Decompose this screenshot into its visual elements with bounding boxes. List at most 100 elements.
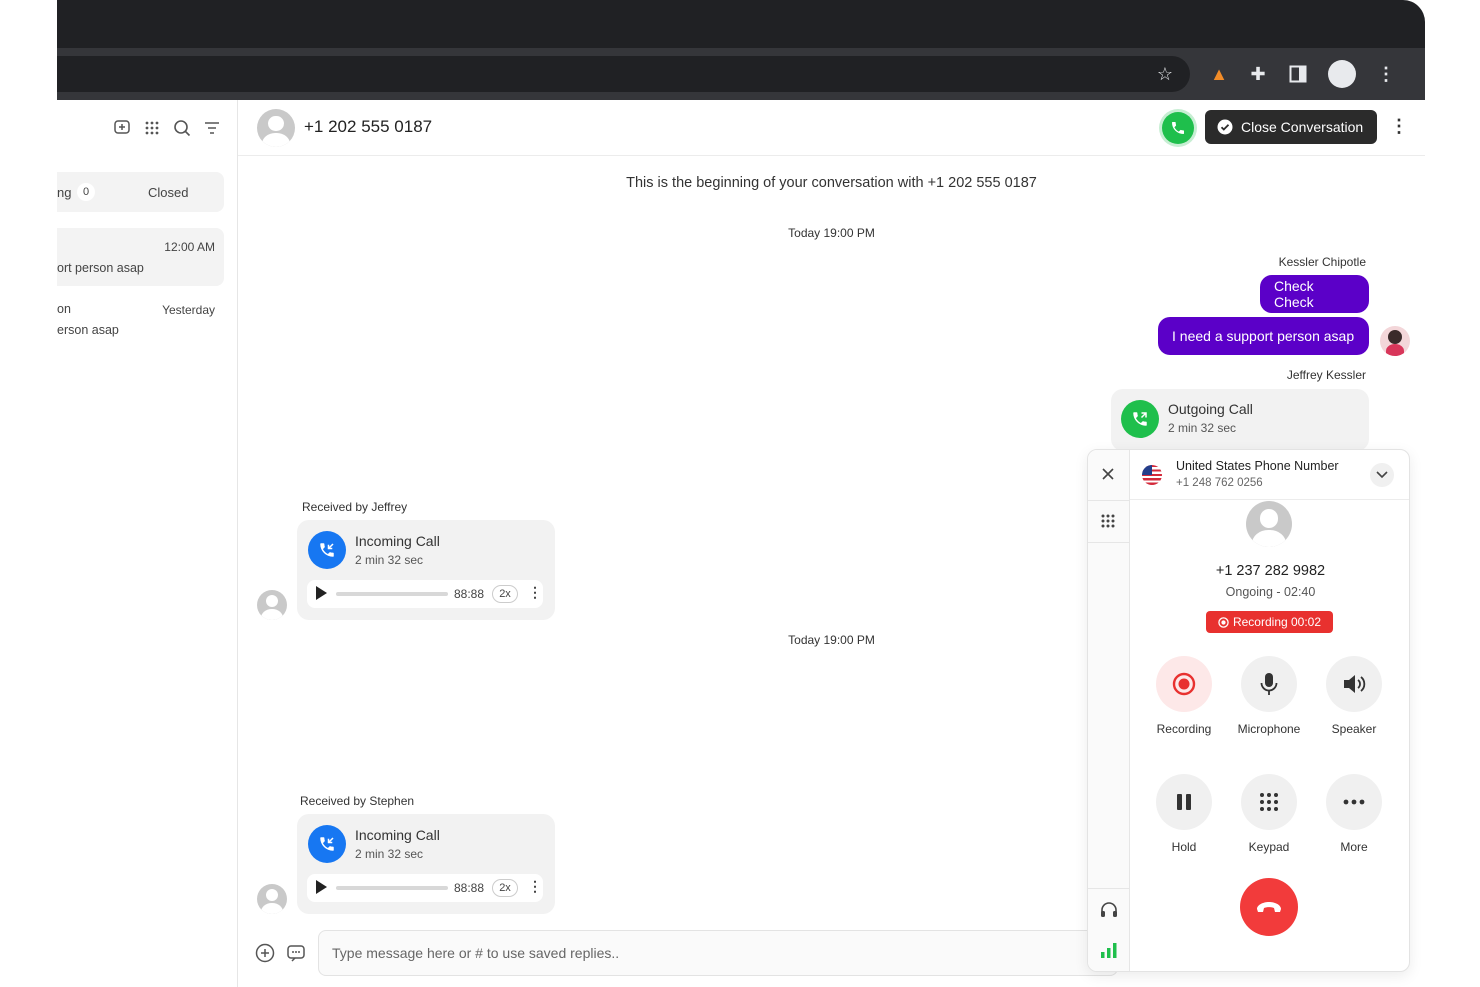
filter-tab-closed[interactable]: Closed bbox=[148, 185, 188, 200]
dialpad-icon[interactable] bbox=[1100, 513, 1116, 534]
more-label: More bbox=[1340, 840, 1368, 854]
message-input-placeholder[interactable]: Type message here or # to use saved repl… bbox=[332, 945, 619, 961]
playback-speed-button[interactable]: 2x bbox=[492, 585, 518, 603]
record-dot-icon bbox=[1218, 616, 1229, 628]
caller-avatar bbox=[1246, 501, 1292, 547]
call-title: Incoming Call bbox=[355, 827, 440, 843]
player-options-icon[interactable]: ⋮ bbox=[528, 878, 542, 895]
incoming-call-card: Incoming Call 2 min 32 sec 88:88 2x ⋮ bbox=[297, 814, 555, 914]
conversation-header: +1 202 555 0187 Close Conversation ⋮ bbox=[238, 100, 1425, 156]
dialer-side-rail bbox=[1088, 450, 1130, 971]
keypad-button[interactable] bbox=[1241, 774, 1297, 830]
message-composer[interactable]: Type message here or # to use saved repl… bbox=[318, 930, 1118, 976]
add-attachment-icon[interactable] bbox=[255, 943, 275, 968]
profile-avatar[interactable] bbox=[1328, 60, 1356, 88]
message-text: I need a support person asap bbox=[1172, 328, 1355, 344]
microphone-label: Microphone bbox=[1237, 722, 1301, 736]
conversation-start-note: This is the beginning of your conversati… bbox=[626, 175, 1037, 191]
speaker-button[interactable] bbox=[1326, 656, 1382, 712]
sender-name: Kessler Chipotle bbox=[1278, 255, 1366, 269]
caller-number: +1 237 282 9982 bbox=[1215, 563, 1326, 579]
address-bar[interactable]: ☆ bbox=[57, 56, 1190, 92]
line-name: United States Phone Number bbox=[1176, 459, 1339, 473]
player-options-icon[interactable]: ⋮ bbox=[528, 584, 542, 601]
status-filter[interactable]: ng 0 Closed bbox=[57, 172, 224, 212]
sidepanel-icon[interactable] bbox=[1286, 62, 1310, 86]
audio-time: 88:88 bbox=[454, 587, 485, 601]
recording-badge: Recording 00:02 bbox=[1206, 611, 1333, 633]
recording-label: Recording bbox=[1156, 722, 1212, 736]
hold-label: Hold bbox=[1171, 840, 1197, 854]
outgoing-call-icon bbox=[1121, 400, 1159, 438]
message-bubble: I need a support person asap bbox=[1158, 317, 1369, 355]
call-duration: 2 min 32 sec bbox=[355, 847, 424, 861]
browser-tabstrip bbox=[57, 0, 1425, 48]
contact-avatar bbox=[257, 590, 287, 620]
conversation-time: Yesterday bbox=[162, 303, 215, 317]
hang-up-icon bbox=[1257, 902, 1281, 912]
close-icon[interactable] bbox=[1099, 465, 1117, 488]
saved-replies-icon[interactable] bbox=[286, 943, 306, 968]
more-options-icon[interactable]: ⋮ bbox=[1390, 116, 1408, 137]
outgoing-call-card: Outgoing Call 2 min 32 sec bbox=[1111, 389, 1369, 451]
play-icon[interactable] bbox=[316, 586, 327, 600]
keypad-icon bbox=[1260, 793, 1278, 811]
contact-avatar bbox=[257, 109, 295, 147]
sidebar-toolbar bbox=[112, 118, 222, 138]
hold-button[interactable] bbox=[1156, 774, 1212, 830]
recording-button[interactable] bbox=[1156, 656, 1212, 712]
hang-up-button[interactable] bbox=[1240, 878, 1298, 936]
audio-player: 88:88 2x ⋮ bbox=[307, 874, 543, 902]
call-button[interactable] bbox=[1162, 112, 1194, 144]
conversation-item[interactable]: 12:00 AM ort person asap bbox=[57, 228, 224, 286]
audio-time: 88:88 bbox=[454, 881, 485, 895]
conversation-name: on bbox=[57, 302, 71, 316]
contact-avatar bbox=[257, 884, 287, 914]
fox-extension-icon[interactable]: ▲ bbox=[1207, 62, 1231, 86]
conversation-time: 12:00 AM bbox=[164, 240, 215, 254]
conversation-item[interactable]: on Yesterday erson asap bbox=[57, 296, 224, 346]
audio-player: 88:88 2x ⋮ bbox=[307, 580, 543, 608]
call-status: Ongoing - 02:40 bbox=[1225, 585, 1316, 599]
line-selector[interactable]: United States Phone Number +1 248 762 02… bbox=[1130, 450, 1409, 500]
line-number: +1 248 762 0256 bbox=[1176, 477, 1263, 489]
microphone-button[interactable] bbox=[1241, 656, 1297, 712]
contact-phone-title: +1 202 555 0187 bbox=[304, 117, 433, 136]
new-message-icon[interactable] bbox=[112, 118, 132, 138]
chevron-down-icon[interactable] bbox=[1370, 463, 1394, 487]
star-icon[interactable]: ☆ bbox=[1153, 62, 1177, 86]
puzzle-extension-icon[interactable]: ✚ bbox=[1246, 62, 1270, 86]
timestamp-divider: Today 19:00 PM bbox=[788, 226, 875, 240]
incoming-call-icon bbox=[308, 825, 346, 863]
close-conversation-label: Close Conversation bbox=[1241, 119, 1364, 135]
more-button[interactable] bbox=[1326, 774, 1382, 830]
close-conversation-button[interactable]: Close Conversation bbox=[1205, 110, 1377, 144]
incoming-call-card: Incoming Call 2 min 32 sec 88:88 2x ⋮ bbox=[297, 520, 555, 620]
call-dialer-panel: United States Phone Number +1 248 762 02… bbox=[1087, 449, 1410, 972]
agent-avatar bbox=[1380, 326, 1410, 356]
headset-icon[interactable] bbox=[1099, 900, 1119, 925]
filter-tab-label[interactable]: ng bbox=[57, 185, 71, 200]
us-flag-icon bbox=[1142, 465, 1162, 485]
conversation-sidebar: ng 0 Closed 12:00 AM ort person asap on … bbox=[57, 100, 238, 987]
signal-strength-icon bbox=[1100, 941, 1118, 964]
keypad-label: Keypad bbox=[1248, 840, 1290, 854]
play-icon[interactable] bbox=[316, 880, 327, 894]
playback-speed-button[interactable]: 2x bbox=[492, 879, 518, 897]
speaker-label: Speaker bbox=[1331, 722, 1377, 736]
grid-icon[interactable] bbox=[142, 118, 162, 138]
message-bubble: Check Check bbox=[1260, 275, 1369, 313]
received-by-label: Received by Jeffrey bbox=[302, 500, 408, 514]
sender-name: Jeffrey Kessler bbox=[1286, 368, 1366, 382]
menu-dots-icon[interactable]: ⋮ bbox=[1374, 62, 1398, 86]
call-title: Outgoing Call bbox=[1168, 401, 1253, 417]
audio-progress-track[interactable] bbox=[336, 592, 448, 596]
search-icon[interactable] bbox=[172, 118, 192, 138]
filter-icon[interactable] bbox=[202, 118, 222, 138]
check-circle-icon bbox=[1217, 119, 1233, 135]
call-title: Incoming Call bbox=[355, 533, 440, 549]
pause-icon bbox=[1177, 794, 1191, 810]
speaker-icon bbox=[1344, 675, 1366, 693]
call-duration: 2 min 32 sec bbox=[355, 553, 424, 567]
audio-progress-track[interactable] bbox=[336, 886, 448, 890]
